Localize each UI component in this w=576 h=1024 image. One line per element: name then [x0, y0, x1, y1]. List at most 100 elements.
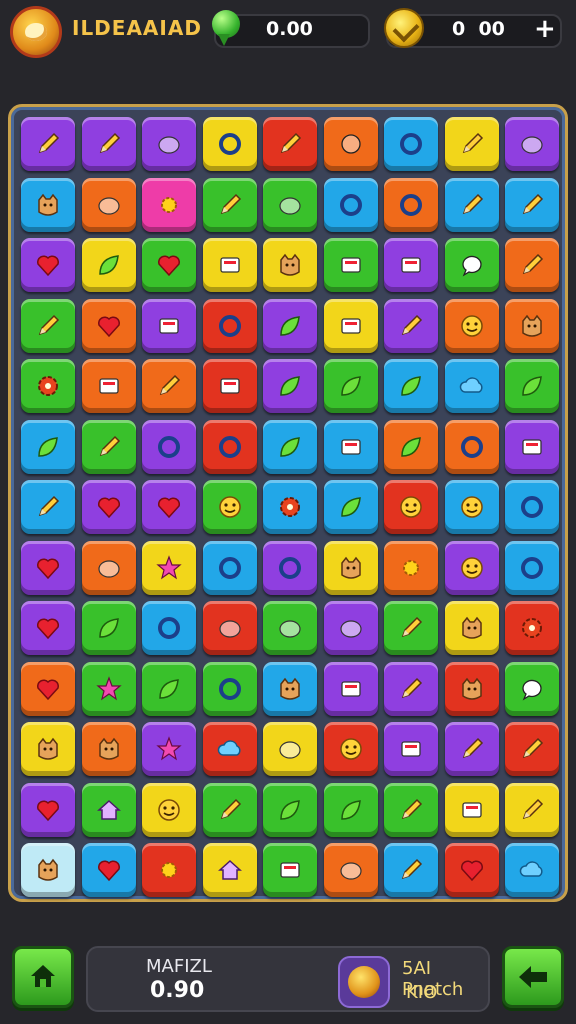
game-tile[interactable] — [505, 178, 559, 232]
game-tile[interactable] — [203, 359, 257, 413]
game-tile[interactable] — [203, 541, 257, 595]
game-tile[interactable] — [203, 238, 257, 292]
game-tile[interactable] — [142, 541, 196, 595]
game-tile[interactable] — [445, 601, 499, 655]
game-tile[interactable] — [263, 722, 317, 776]
game-tile[interactable] — [82, 178, 136, 232]
game-tile[interactable] — [384, 178, 438, 232]
game-tile[interactable] — [142, 299, 196, 353]
game-tile[interactable] — [324, 359, 378, 413]
game-tile[interactable] — [263, 783, 317, 837]
game-tile[interactable] — [142, 843, 196, 897]
game-tile[interactable] — [21, 541, 75, 595]
game-tile[interactable] — [203, 420, 257, 474]
game-tile[interactable] — [263, 601, 317, 655]
game-tile[interactable] — [505, 359, 559, 413]
game-tile[interactable] — [203, 662, 257, 716]
game-tile[interactable] — [21, 238, 75, 292]
game-tile[interactable] — [21, 359, 75, 413]
game-tile[interactable] — [142, 722, 196, 776]
game-tile[interactable] — [82, 843, 136, 897]
game-tile[interactable] — [324, 843, 378, 897]
game-tile[interactable] — [445, 299, 499, 353]
game-tile[interactable] — [324, 480, 378, 534]
game-tile[interactable] — [203, 178, 257, 232]
game-tile[interactable] — [445, 178, 499, 232]
game-tile[interactable] — [142, 662, 196, 716]
game-tile[interactable] — [384, 299, 438, 353]
game-tile[interactable] — [445, 541, 499, 595]
game-tile[interactable] — [21, 117, 75, 171]
game-tile[interactable] — [263, 117, 317, 171]
game-tile[interactable] — [324, 662, 378, 716]
game-tile[interactable] — [82, 480, 136, 534]
game-tile[interactable] — [203, 480, 257, 534]
game-tile[interactable] — [142, 359, 196, 413]
game-tile[interactable] — [445, 117, 499, 171]
game-tile[interactable] — [203, 783, 257, 837]
game-tile[interactable] — [82, 601, 136, 655]
game-tile[interactable] — [505, 662, 559, 716]
game-tile[interactable] — [142, 601, 196, 655]
game-tile[interactable] — [82, 722, 136, 776]
game-tile[interactable] — [82, 783, 136, 837]
game-tile[interactable] — [384, 359, 438, 413]
game-tile[interactable] — [142, 420, 196, 474]
game-tile[interactable] — [324, 178, 378, 232]
add-coins-button[interactable]: + — [534, 14, 556, 44]
game-tile[interactable] — [142, 117, 196, 171]
game-tile[interactable] — [324, 722, 378, 776]
game-tile[interactable] — [505, 541, 559, 595]
game-tile[interactable] — [505, 601, 559, 655]
game-tile[interactable] — [505, 420, 559, 474]
game-tile[interactable] — [203, 843, 257, 897]
game-tile[interactable] — [21, 783, 75, 837]
game-tile[interactable] — [324, 117, 378, 171]
game-tile[interactable] — [445, 662, 499, 716]
game-tile[interactable] — [324, 238, 378, 292]
game-tile[interactable] — [324, 601, 378, 655]
game-tile[interactable] — [445, 359, 499, 413]
game-tile[interactable] — [384, 783, 438, 837]
game-tile[interactable] — [82, 662, 136, 716]
game-tile[interactable] — [21, 299, 75, 353]
game-tile[interactable] — [263, 843, 317, 897]
game-tile[interactable] — [203, 722, 257, 776]
game-tile[interactable] — [263, 541, 317, 595]
game-tile[interactable] — [263, 299, 317, 353]
game-tile[interactable] — [384, 662, 438, 716]
game-tile[interactable] — [505, 238, 559, 292]
game-tile[interactable] — [82, 359, 136, 413]
game-tile[interactable] — [263, 662, 317, 716]
game-tile[interactable] — [505, 722, 559, 776]
game-tile[interactable] — [21, 662, 75, 716]
game-tile[interactable] — [142, 480, 196, 534]
game-tile[interactable] — [21, 843, 75, 897]
game-tile[interactable] — [445, 843, 499, 897]
game-tile[interactable] — [21, 722, 75, 776]
player-avatar[interactable] — [10, 6, 62, 58]
game-tile[interactable] — [445, 783, 499, 837]
game-tile[interactable] — [142, 238, 196, 292]
game-tile[interactable] — [445, 722, 499, 776]
game-tile[interactable] — [445, 420, 499, 474]
game-tile[interactable] — [384, 722, 438, 776]
game-tile[interactable] — [505, 299, 559, 353]
game-tile[interactable] — [324, 783, 378, 837]
game-tile[interactable] — [203, 299, 257, 353]
game-tile[interactable] — [82, 541, 136, 595]
game-tile[interactable] — [263, 480, 317, 534]
game-tile[interactable] — [142, 783, 196, 837]
game-tile[interactable] — [384, 843, 438, 897]
game-tile[interactable] — [384, 238, 438, 292]
game-tile[interactable] — [82, 420, 136, 474]
game-tile[interactable] — [263, 238, 317, 292]
game-tile[interactable] — [445, 238, 499, 292]
game-tile[interactable] — [21, 178, 75, 232]
game-tile[interactable] — [384, 420, 438, 474]
home-button[interactable] — [12, 946, 74, 1008]
game-tile[interactable] — [82, 299, 136, 353]
game-tile[interactable] — [324, 420, 378, 474]
game-tile[interactable] — [142, 178, 196, 232]
game-tile[interactable] — [263, 359, 317, 413]
